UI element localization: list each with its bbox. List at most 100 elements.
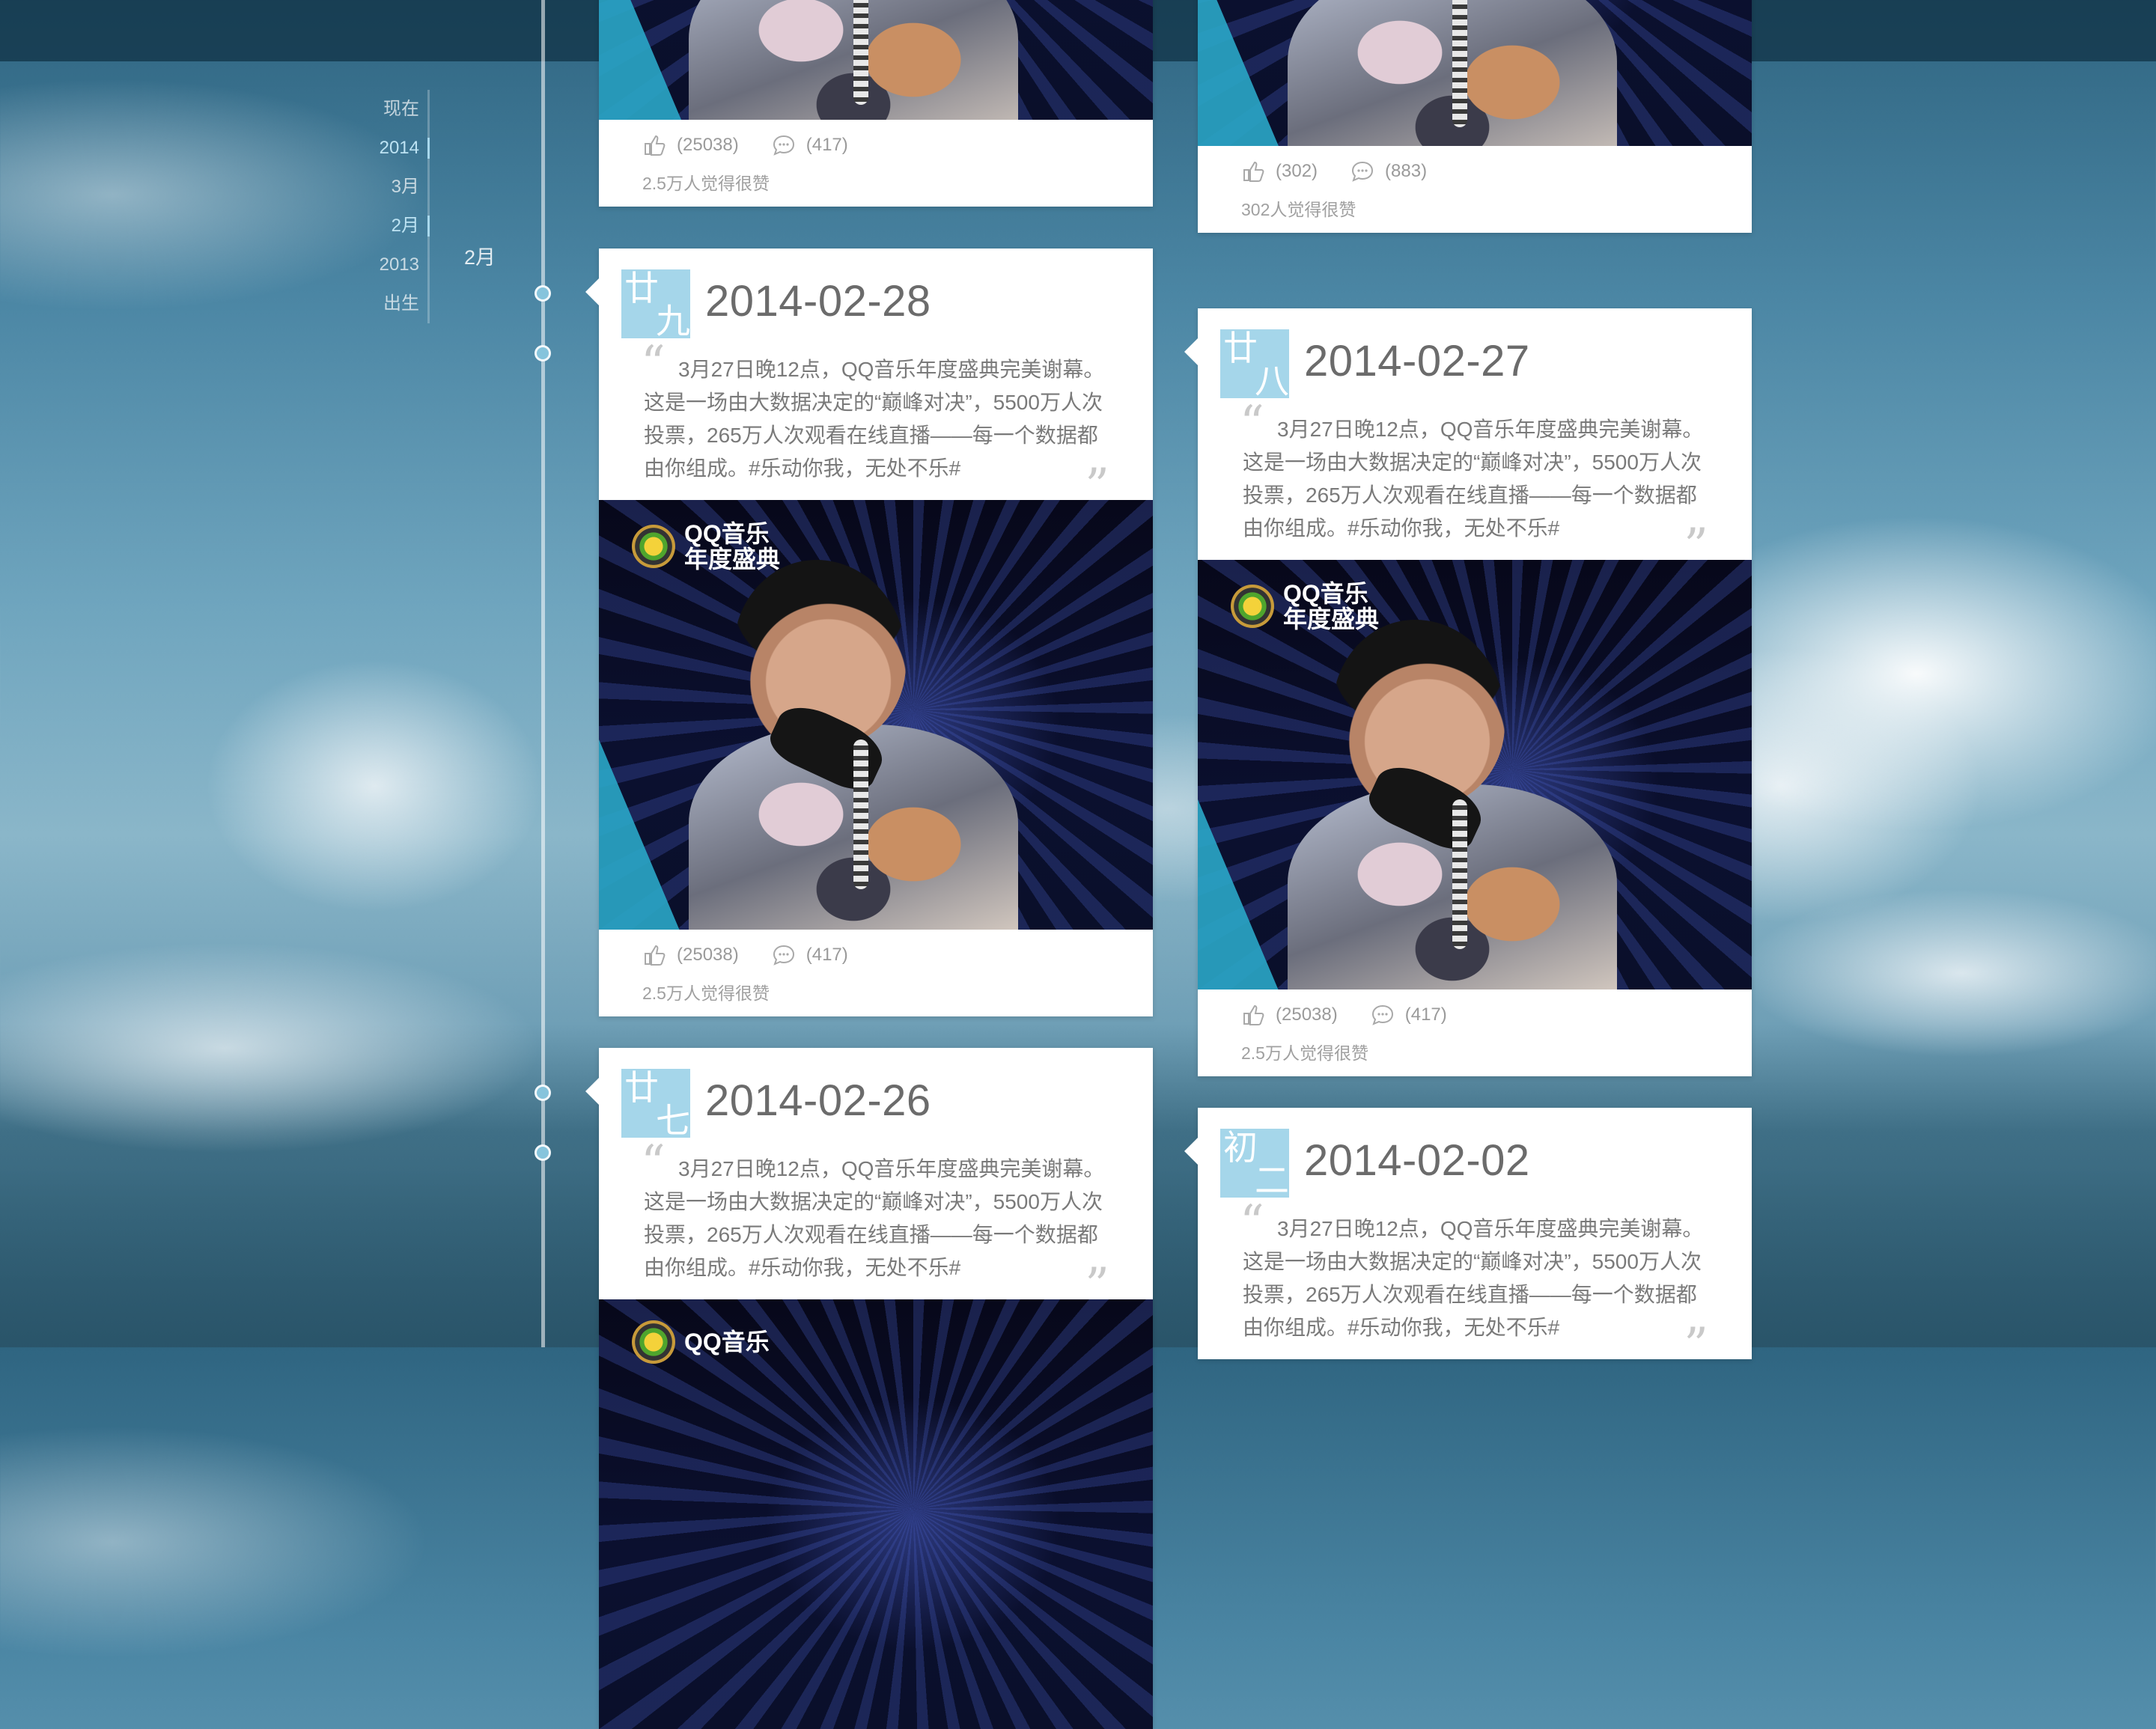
post-photo[interactable] — [1198, 0, 1752, 146]
post-date: 2014-02-02 — [1304, 1136, 1530, 1185]
post-text-body: 3月27日晚12点，QQ音乐年度盛典完美谢幕。这是一场由大数据决定的“巅峰对决”… — [644, 358, 1105, 480]
qq-music-logo-icon — [632, 525, 675, 568]
comment-count: (417) — [806, 135, 848, 155]
comment-count: (883) — [1385, 161, 1428, 181]
like-count: (25038) — [677, 135, 739, 155]
card-pointer — [585, 1078, 599, 1105]
close-quote-icon: ” — [1684, 1318, 1708, 1373]
open-quote-icon: “ — [1240, 396, 1264, 451]
thumbs-up-icon[interactable] — [1241, 159, 1265, 183]
logo-text: QQ音乐 — [684, 520, 770, 547]
lunar-char-1: 廿 — [624, 269, 659, 308]
post-text: “ 3月27日晚12点，QQ音乐年度盛典完美谢幕。这是一场由大数据决定的“巅峰对… — [1198, 391, 1752, 570]
card-footer: (302) (883) 302人觉得很赞 — [1198, 146, 1752, 233]
photo-necklace — [853, 740, 868, 889]
card-pointer — [1184, 1138, 1198, 1165]
post-card-partial-right: (302) (883) 302人觉得很赞 — [1198, 0, 1752, 233]
post-photo[interactable]: QQ音乐 年度盛典 — [599, 500, 1153, 930]
like-summary: 2.5万人觉得很赞 — [642, 174, 770, 193]
post-text: “ 3月27日晚12点，QQ音乐年度盛典完美谢幕。这是一场由大数据决定的“巅峰对… — [1198, 1190, 1752, 1370]
post-photo[interactable]: QQ音乐 年度盛典 — [1198, 560, 1752, 989]
post-date: 2014-02-26 — [705, 1076, 931, 1125]
card-footer: (25038) (417) 2.5万人觉得很赞 — [599, 930, 1153, 1016]
post-text: “ 3月27日晚12点，QQ音乐年度盛典完美谢幕。这是一场由大数据决定的“巅峰对… — [599, 331, 1153, 510]
like-summary: 302人觉得很赞 — [1241, 200, 1356, 219]
like-summary: 2.5万人觉得很赞 — [642, 984, 770, 1003]
photo-necklace — [853, 0, 868, 105]
card-actions: (25038) (417) — [642, 943, 848, 967]
photo-necklace — [1452, 799, 1467, 949]
card-footer: (25038) (417) 2.5万人觉得很赞 — [1198, 989, 1752, 1076]
open-quote-icon: “ — [641, 336, 666, 391]
like-count: (25038) — [677, 945, 739, 965]
card-header: 初 二 2014-02-02 — [1198, 1108, 1752, 1198]
post-card: 初 二 2014-02-02 “ 3月27日晚12点，QQ音乐年度盛典完美谢幕。… — [1184, 1108, 1752, 1370]
lunar-date-badge: 初 二 — [1220, 1129, 1289, 1198]
post-date: 2014-02-28 — [705, 277, 931, 326]
timeline-dot[interactable] — [535, 1144, 551, 1161]
thumbs-up-icon[interactable] — [642, 943, 666, 967]
card-header: 廿 八 2014-02-27 — [1198, 308, 1752, 398]
year-nav: 现在 2014 3月 2月 2013 出生 — [352, 90, 430, 323]
nav-item-march[interactable]: 3月 — [352, 168, 430, 207]
qq-music-logo-icon — [1231, 585, 1274, 628]
photo-shape — [599, 0, 681, 120]
nav-item-now[interactable]: 现在 — [352, 90, 430, 129]
qq-music-logo: QQ音乐 年度盛典 — [632, 521, 780, 572]
open-quote-icon: “ — [1240, 1195, 1264, 1251]
nav-item-february[interactable]: 2月 — [352, 207, 430, 246]
like-count: (25038) — [1276, 1004, 1338, 1025]
nav-item-2014[interactable]: 2014 — [352, 129, 430, 168]
qq-music-logo-icon — [632, 1320, 675, 1364]
nav-item-birth[interactable]: 出生 — [352, 284, 430, 323]
card-header: 廿 七 2014-02-26 — [599, 1048, 1153, 1138]
lunar-date-badge: 廿 八 — [1220, 329, 1289, 398]
logo-text: QQ音乐 — [1283, 580, 1368, 607]
post-card: 廿 七 2014-02-26 “ 3月27日晚12点，QQ音乐年度盛典完美谢幕。… — [585, 1048, 1153, 1729]
logo-text: 年度盛典 — [684, 546, 781, 573]
card-pointer — [585, 278, 599, 305]
post-card: 廿 九 2014-02-28 “ 3月27日晚12点，QQ音乐年度盛典完美谢幕。… — [585, 248, 1153, 1016]
logo-text: QQ音乐 — [684, 1329, 770, 1356]
current-month-label: 2月 — [464, 246, 496, 269]
qq-music-logo: QQ音乐 年度盛典 — [1231, 581, 1379, 632]
timeline-dot[interactable] — [535, 1085, 551, 1101]
timeline-dot[interactable] — [535, 285, 551, 302]
comment-count: (417) — [1404, 1004, 1447, 1025]
thumbs-up-icon[interactable] — [642, 133, 666, 157]
card-actions: (302) (883) — [1241, 159, 1427, 183]
comment-icon[interactable] — [1350, 159, 1374, 183]
photo-shape — [599, 740, 681, 930]
comment-icon[interactable] — [1371, 1003, 1395, 1027]
photo-shape — [1198, 0, 1280, 146]
post-text-body: 3月27日晚12点，QQ音乐年度盛典完美谢幕。这是一场由大数据决定的“巅峰对决”… — [644, 1157, 1105, 1279]
photo-shape — [1198, 799, 1280, 989]
logo-text: 年度盛典 — [1283, 606, 1380, 632]
lunar-char-1: 廿 — [1223, 329, 1258, 368]
timeline-dot[interactable] — [535, 345, 551, 362]
open-quote-icon: “ — [641, 1135, 666, 1191]
card-footer: (25038) (417) 2.5万人觉得很赞 — [599, 120, 1153, 207]
nav-item-2013[interactable]: 2013 — [352, 246, 430, 284]
thumbs-up-icon[interactable] — [1241, 1003, 1265, 1027]
comment-icon[interactable] — [772, 133, 796, 157]
post-date: 2014-02-27 — [1304, 337, 1530, 385]
qq-music-logo: QQ音乐 — [632, 1320, 770, 1364]
card-header: 廿 九 2014-02-28 — [599, 248, 1153, 338]
like-summary: 2.5万人觉得很赞 — [1241, 1043, 1368, 1063]
post-photo[interactable]: QQ音乐 — [599, 1299, 1153, 1729]
card-pointer — [1184, 338, 1198, 365]
post-text-body: 3月27日晚12点，QQ音乐年度盛典完美谢幕。这是一场由大数据决定的“巅峰对决”… — [1243, 418, 1704, 540]
lunar-char-1: 初 — [1223, 1129, 1258, 1167]
card-actions: (25038) (417) — [642, 133, 848, 157]
like-count: (302) — [1276, 161, 1318, 181]
lunar-date-badge: 廿 七 — [621, 1069, 690, 1138]
photo-necklace — [1452, 0, 1467, 127]
lunar-date-badge: 廿 九 — [621, 269, 690, 338]
comment-icon[interactable] — [772, 943, 796, 967]
comment-count: (417) — [806, 945, 848, 965]
lunar-char-1: 廿 — [624, 1069, 659, 1107]
post-photo[interactable] — [599, 0, 1153, 120]
card-actions: (25038) (417) — [1241, 1003, 1447, 1027]
post-card: 廿 八 2014-02-27 “ 3月27日晚12点，QQ音乐年度盛典完美谢幕。… — [1184, 308, 1752, 1076]
